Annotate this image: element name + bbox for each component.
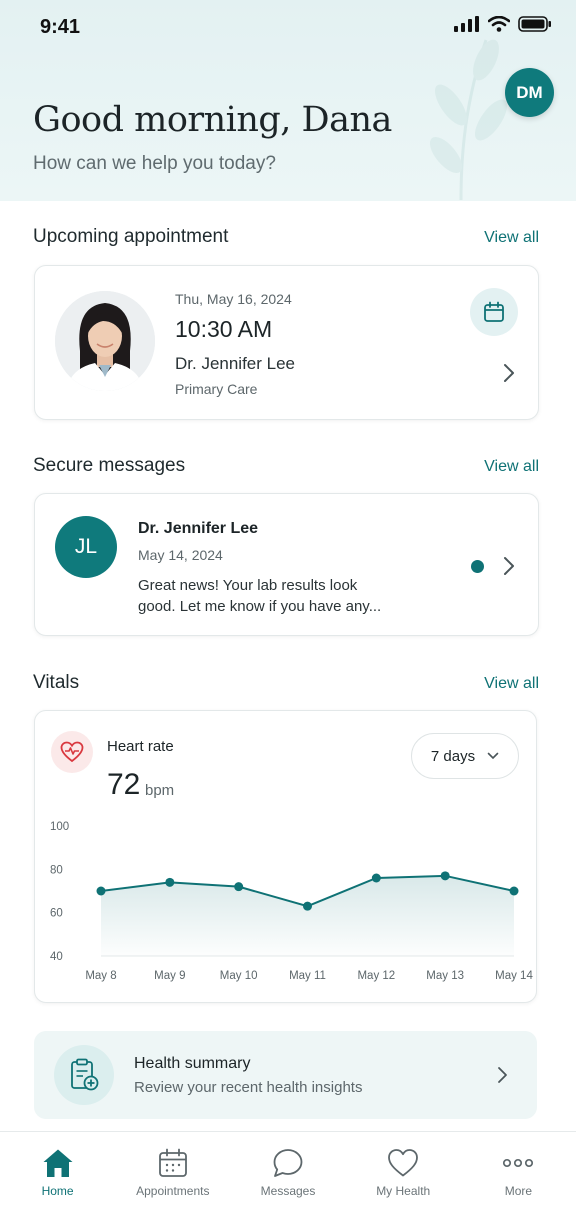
tab-more[interactable]: More [461, 1132, 576, 1216]
unread-indicator [471, 560, 484, 573]
range-dropdown[interactable]: 7 days [411, 733, 519, 779]
x-tick-label: May 12 [357, 970, 395, 982]
x-tick-label: May 9 [154, 970, 185, 982]
health-summary-card[interactable]: Health summary Review your recent health… [34, 1031, 537, 1119]
vitals-view-all-link[interactable]: View all [484, 675, 539, 693]
chat-bubble-icon [273, 1149, 303, 1177]
tab-label: Home [41, 1184, 74, 1198]
tab-label: Appointments [136, 1184, 210, 1198]
home-icon [43, 1149, 73, 1177]
message-preview-line: Great news! Your lab results look [138, 577, 358, 594]
vitals-heading: Vitals [33, 672, 80, 693]
vitals-card: Heart rate 72 bpm 7 days 100 80 60 40 May 8 M… [34, 710, 537, 1003]
tab-label: More [504, 1184, 533, 1198]
chevron-right-icon [498, 1067, 507, 1083]
heart-rate-icon [51, 731, 93, 773]
metric-unit: bpm [145, 782, 175, 799]
tab-home[interactable]: Home [0, 1132, 115, 1216]
doctor-photo [55, 291, 155, 391]
signal-icon [454, 16, 479, 32]
chevron-down-icon [487, 752, 499, 760]
health-summary-title: Health summary [134, 1055, 251, 1072]
greeting-title: Good morning, Dana [33, 100, 392, 140]
data-point [509, 886, 519, 896]
tab-messages[interactable]: Messages [230, 1132, 345, 1216]
bottom-tab-bar: Home Appointments Messages My Health Mor… [0, 1131, 576, 1216]
health-summary-subtitle: Review your recent health insights [134, 1079, 363, 1096]
x-tick-label: May 8 [85, 970, 116, 982]
y-tick-label: 100 [50, 821, 69, 833]
x-tick-label: May 14 [495, 970, 533, 982]
status-time: 9:41 [40, 16, 81, 38]
tab-label: Messages [260, 1184, 316, 1198]
message-date: May 14, 2024 [138, 547, 223, 563]
sender-avatar: JL [55, 516, 117, 578]
heart-rate-chart: 100 80 60 40 May 8 May 9 May 10 May 11 May 12 May… [50, 821, 533, 982]
add-to-calendar-button[interactable] [470, 288, 518, 336]
x-tick-label: May 11 [289, 970, 326, 982]
x-tick-label: May 10 [220, 970, 258, 982]
message-card[interactable]: JL Dr. Jennifer Lee May 14, 2024 Great n… [34, 493, 539, 636]
heart-icon [388, 1149, 419, 1177]
status-icons [454, 16, 552, 32]
tab-my-health[interactable]: My Health [346, 1132, 461, 1216]
calendar-icon [484, 301, 504, 322]
clipboard-plus-icon [54, 1045, 114, 1105]
message-preview-line: good. Let me know if you have any... [138, 598, 382, 615]
chevron-right-icon [504, 557, 514, 575]
series-area [101, 875, 514, 956]
x-tick-label: May 13 [426, 970, 464, 982]
tab-appointments[interactable]: Appointments [115, 1132, 230, 1216]
range-selected-value: 7 days [430, 747, 476, 765]
appointment-card[interactable]: Thu, May 16, 2024 10:30 AM Dr. Jennifer … [34, 265, 539, 420]
appointment-specialty: Primary Care [175, 381, 258, 397]
metric-value: 72 [107, 768, 141, 801]
data-point [234, 882, 244, 892]
greeting-subtitle: How can we help you today? [33, 153, 276, 174]
leaf-decoration-icon [429, 39, 508, 200]
upcoming-appointment-heading: Upcoming appointment [33, 226, 229, 247]
data-point [440, 871, 450, 881]
y-tick-label: 60 [50, 908, 63, 920]
appointment-doctor: Dr. Jennifer Lee [175, 354, 296, 373]
y-tick-label: 40 [50, 951, 63, 963]
data-point [371, 873, 381, 883]
messages-view-all-link[interactable]: View all [484, 458, 539, 476]
appointment-time: 10:30 AM [175, 316, 273, 342]
data-point [165, 877, 175, 887]
calendar-icon [158, 1148, 187, 1177]
appointments-view-all-link[interactable]: View all [484, 229, 539, 247]
more-dots-icon [503, 1158, 534, 1168]
message-preview: Great news! Your lab results look good. … [138, 575, 398, 617]
secure-messages-heading: Secure messages [33, 455, 186, 476]
y-tick-label: 80 [50, 864, 63, 876]
metric-label: Heart rate [107, 738, 174, 755]
data-point [96, 886, 106, 896]
user-avatar[interactable]: DM [505, 68, 554, 117]
tab-label: My Health [376, 1184, 431, 1198]
message-sender: Dr. Jennifer Lee [138, 520, 259, 537]
wifi-icon [488, 16, 510, 32]
data-point [303, 901, 312, 911]
battery-icon [518, 16, 551, 32]
chevron-right-icon [504, 364, 514, 382]
appointment-date: Thu, May 16, 2024 [175, 291, 292, 307]
